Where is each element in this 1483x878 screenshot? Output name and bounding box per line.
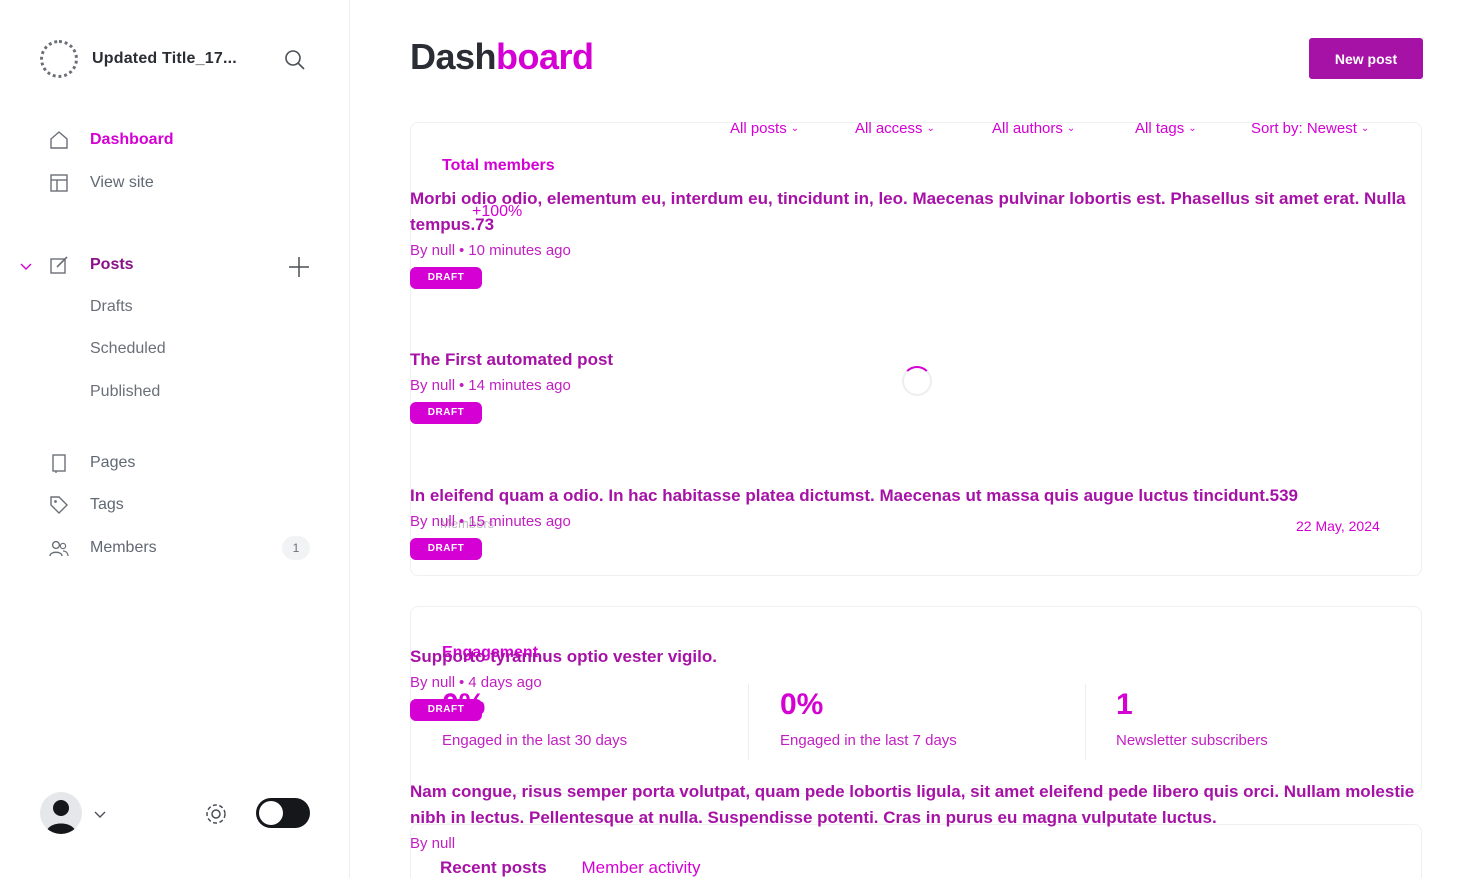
sidebar-item-members[interactable]: Members (46, 535, 316, 561)
filter-label: All authors (992, 120, 1063, 137)
chevron-down-icon: ⌄ (1360, 123, 1370, 134)
sidebar-item-posts[interactable]: Posts (46, 252, 316, 278)
post-meta: By null • 4 days ago (410, 674, 1440, 691)
chevron-down-icon[interactable] (92, 806, 108, 822)
sidebar-item-label: Posts (90, 256, 134, 273)
site-title[interactable]: Updated Title_17... (92, 50, 237, 68)
status-badge: DRAFT (410, 402, 482, 424)
list-item[interactable]: Nam congue, risus semper porta volutpat,… (410, 779, 1420, 852)
new-post-button[interactable]: New post (1309, 38, 1423, 79)
sidebar-item-tags[interactable]: Tags (46, 492, 316, 518)
sidebar-item-label: Members (90, 539, 157, 556)
sidebar-item-view-site[interactable]: View site (46, 170, 316, 196)
sidebar-item-published[interactable]: Published (90, 383, 160, 401)
stat-label-subscribers: Newsletter subscribers (1116, 732, 1268, 749)
post-time: 4 days ago (468, 674, 542, 691)
tab-member-activity[interactable]: Member activity (581, 858, 700, 877)
chevron-down-icon: ⌄ (790, 123, 800, 134)
post-author: By null (410, 674, 456, 691)
filter-tag-select[interactable]: All tags ⌄ (1135, 120, 1197, 137)
sidebar-item-label: Tags (90, 496, 124, 513)
separator: • (459, 377, 465, 394)
members-icon (46, 535, 72, 561)
sidebar: Updated Title_17... Dashboard View site … (0, 0, 350, 878)
post-time: 14 minutes ago (468, 377, 571, 394)
filter-sort-select[interactable]: Sort by: Newest ⌄ (1251, 120, 1369, 137)
chevron-down-icon[interactable] (18, 258, 34, 274)
list-item[interactable]: Supporto tyrannus optio vester vigilo. B… (410, 644, 1440, 721)
site-header: Updated Title_17... (40, 40, 310, 80)
list-item[interactable]: In eleifend quam a odio. In hac habitass… (410, 483, 1350, 560)
list-item[interactable]: Morbi odio odio, elementum eu, interdum … (410, 186, 1440, 289)
sidebar-item-scheduled[interactable]: Scheduled (90, 340, 166, 358)
status-badge: DRAFT (410, 699, 482, 721)
tab-recent-posts[interactable]: Recent posts (440, 858, 547, 877)
filter-type-select[interactable]: All posts ⌄ (730, 120, 799, 137)
sidebar-item-label: View site (90, 174, 154, 191)
page-title-part2: board (496, 36, 594, 77)
separator: • (459, 674, 465, 691)
dark-mode-toggle[interactable] (256, 798, 310, 828)
toggle-knob (259, 801, 283, 825)
edit-icon (46, 252, 72, 278)
chevron-down-icon: ⌄ (1188, 123, 1197, 134)
add-post-icon[interactable] (286, 254, 312, 280)
layout-icon (46, 170, 72, 196)
separator: • (459, 242, 465, 259)
post-author: By null (410, 377, 456, 394)
post-title[interactable]: Nam congue, risus semper porta volutpat,… (410, 779, 1420, 831)
stat-label-30d: Engaged in the last 30 days (442, 732, 628, 749)
separator: • (459, 513, 465, 530)
filter-label: All tags (1135, 120, 1185, 137)
post-author: By null (410, 242, 456, 259)
site-logo[interactable] (40, 40, 78, 78)
sidebar-item-label: Dashboard (90, 131, 174, 148)
chevron-down-icon: ⌄ (926, 123, 935, 134)
dashboard-tabs: Recent posts Member activity (440, 858, 701, 878)
post-title[interactable]: Morbi odio odio, elementum eu, interdum … (410, 186, 1440, 238)
page-icon (46, 450, 72, 476)
post-meta: By null • 15 minutes ago (410, 513, 1350, 530)
filter-label: All posts (730, 120, 787, 137)
post-meta: By null • 10 minutes ago (410, 242, 1440, 259)
post-time: 15 minutes ago (468, 513, 571, 530)
post-title[interactable]: Supporto tyrannus optio vester vigilo. (410, 644, 1440, 670)
status-badge: DRAFT (410, 267, 482, 289)
sidebar-item-pages[interactable]: Pages (46, 450, 316, 476)
filter-access-select[interactable]: All access ⌄ (855, 120, 935, 137)
total-members-label: Total members (442, 157, 555, 174)
tag-icon (46, 492, 72, 518)
sidebar-item-label: Pages (90, 454, 136, 471)
status-badge: DRAFT (410, 538, 482, 560)
filter-author-select[interactable]: All authors ⌄ (992, 120, 1075, 137)
filter-label: Sort by: Newest (1251, 120, 1357, 137)
filter-label: All access (855, 120, 923, 137)
members-count-badge: 1 (282, 536, 310, 560)
chevron-down-icon: ⌄ (1066, 123, 1076, 134)
post-title[interactable]: In eleifend quam a odio. In hac habitass… (410, 483, 1350, 509)
home-icon (46, 127, 72, 153)
sidebar-item-dashboard[interactable]: Dashboard (46, 127, 316, 153)
post-meta: By null (410, 835, 1420, 852)
post-author: By null (410, 835, 456, 852)
gear-icon[interactable] (202, 800, 230, 828)
search-icon[interactable] (283, 48, 307, 72)
post-author: By null (410, 513, 456, 530)
page-title-part1: Dash (410, 36, 497, 77)
sidebar-item-drafts[interactable]: Drafts (90, 298, 133, 316)
post-time: 10 minutes ago (468, 242, 571, 259)
loading-spinner-icon (902, 366, 932, 396)
stat-label-7d: Engaged in the last 7 days (780, 732, 957, 749)
page-title: Dashboard (410, 36, 594, 78)
avatar[interactable] (40, 792, 82, 834)
